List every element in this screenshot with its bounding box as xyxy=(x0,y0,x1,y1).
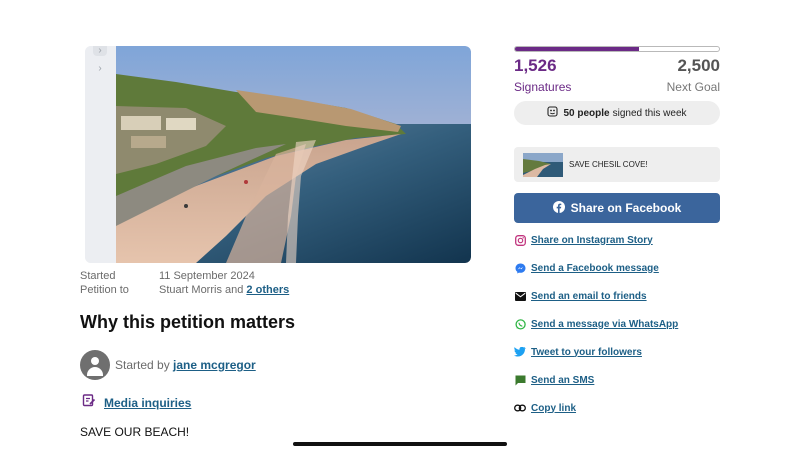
media-thumbnail-rail: › › xyxy=(85,46,116,263)
share-instagram-label: Share on Instagram Story xyxy=(531,234,653,246)
instagram-icon xyxy=(514,234,526,246)
whatsapp-icon xyxy=(514,318,526,330)
share-card-thumbnail xyxy=(523,152,563,177)
copy-link-label: Copy link xyxy=(531,402,577,414)
petition-heading: Why this petition matters xyxy=(80,312,296,332)
share-on-facebook-button[interactable]: Share on Facebook xyxy=(514,193,720,223)
avatar xyxy=(80,350,110,380)
signature-progress-bar xyxy=(514,46,720,52)
twitter-icon xyxy=(514,346,526,358)
starter-name-link[interactable]: jane mcgregor xyxy=(173,358,256,372)
started-by-label: Started by xyxy=(115,358,174,372)
chevron-right-icon[interactable]: › xyxy=(93,64,107,74)
petition-to-recipient: Stuart Morris and xyxy=(159,284,247,296)
petition-share-card[interactable]: SAVE CHESIL COVE! xyxy=(514,147,720,182)
signers-icon xyxy=(547,106,559,120)
share-instagram-link[interactable]: Share on Instagram Story xyxy=(514,234,653,246)
share-sms-label: Send an SMS xyxy=(531,374,595,386)
copy-link-button[interactable]: Copy link xyxy=(514,402,576,414)
petition-to-label: Petition to xyxy=(80,284,129,296)
share-twitter-label: Tweet to your followers xyxy=(531,346,642,358)
petition-media-carousel[interactable]: › › xyxy=(85,46,471,263)
link-icon xyxy=(514,402,526,414)
petition-meta: Started 11 September 2024 Petition to St… xyxy=(80,269,289,297)
started-date: 11 September 2024 xyxy=(159,270,255,282)
share-email-label: Send an email to friends xyxy=(531,290,647,302)
weekly-signers-text: signed this week xyxy=(612,107,687,119)
media-inquiries-link[interactable]: Media inquiries xyxy=(82,393,191,412)
started-by-text: Started by jane mcgregor xyxy=(115,358,256,372)
weekly-signers-badge: 50 people signed this week xyxy=(514,101,720,125)
facebook-icon xyxy=(552,200,565,216)
email-icon xyxy=(514,290,526,302)
share-sms-link[interactable]: Send an SMS xyxy=(514,374,594,386)
signatures-label: Signatures xyxy=(514,80,572,94)
petition-starter: Started by jane mcgregor xyxy=(80,350,256,380)
share-whatsapp-label: Send a message via WhatsApp xyxy=(531,318,679,330)
share-messenger-link[interactable]: Send a Facebook message xyxy=(514,262,659,274)
share-email-link[interactable]: Send an email to friends xyxy=(514,290,647,302)
chevron-up-icon[interactable]: › xyxy=(93,46,107,56)
media-inquiries-label: Media inquiries xyxy=(104,395,192,410)
started-label: Started xyxy=(80,270,116,282)
next-goal-label: Next Goal xyxy=(666,80,720,94)
signature-count: 1,526 xyxy=(514,56,557,75)
edit-document-icon xyxy=(82,393,96,412)
others-link[interactable]: 2 others xyxy=(246,284,289,296)
share-on-facebook-label: Share on Facebook xyxy=(570,201,682,215)
petition-body-text: SAVE OUR BEACH! xyxy=(80,425,190,439)
petition-photo xyxy=(116,46,471,263)
share-messenger-label: Send a Facebook message xyxy=(531,262,659,274)
share-card-title: SAVE CHESIL COVE! xyxy=(569,160,648,169)
petition-to-value: Stuart Morris and 2 others xyxy=(159,283,289,297)
share-whatsapp-link[interactable]: Send a message via WhatsApp xyxy=(514,318,678,330)
sms-icon xyxy=(514,374,526,386)
weekly-signers-count: 50 people xyxy=(563,107,610,119)
signature-progress-fill xyxy=(515,47,640,51)
messenger-icon xyxy=(514,262,526,274)
goal-count: 2,500 xyxy=(677,56,720,75)
share-twitter-link[interactable]: Tweet to your followers xyxy=(514,346,642,358)
home-indicator[interactable] xyxy=(293,442,507,446)
